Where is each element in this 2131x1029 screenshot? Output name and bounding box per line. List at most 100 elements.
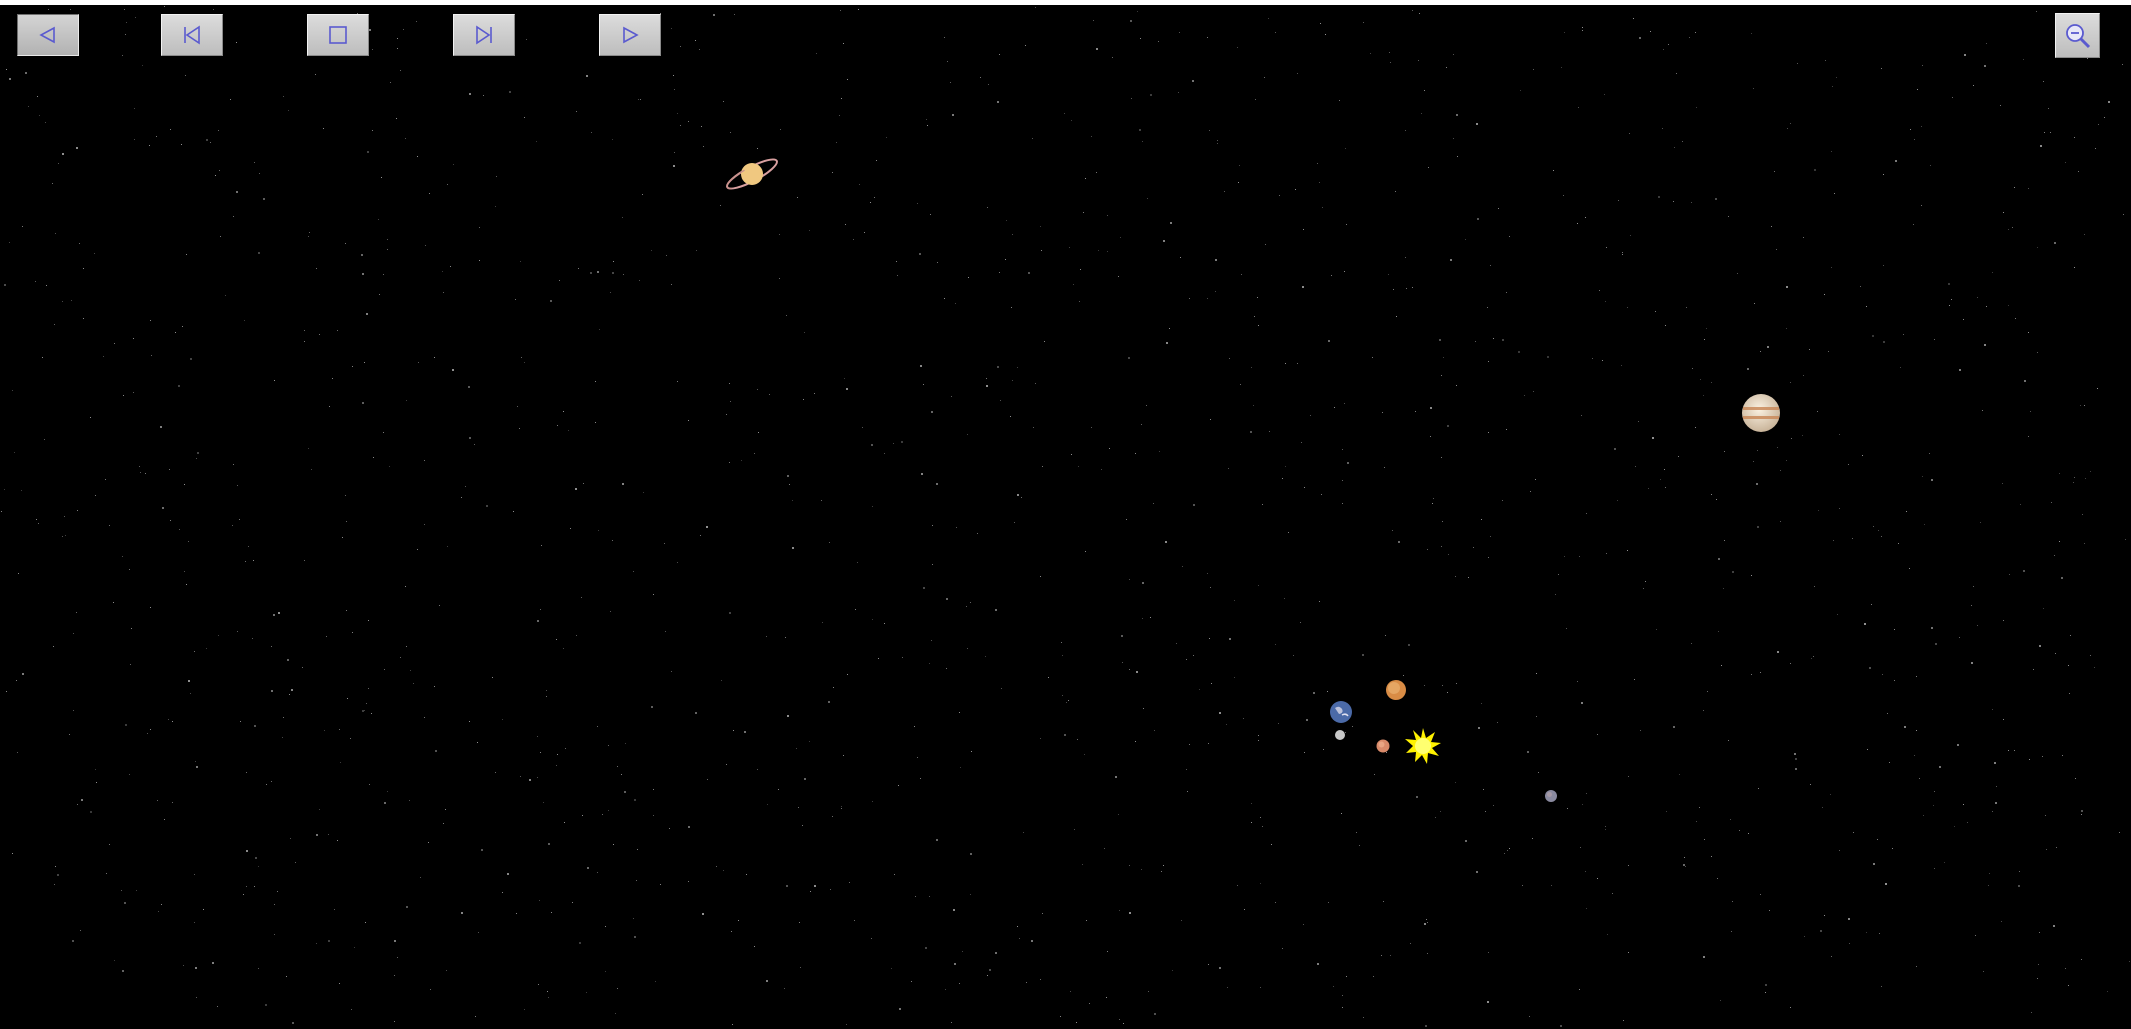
star [1751,674,1752,675]
star [1586,793,1587,794]
star [1864,623,1866,625]
star [103,356,104,357]
star [134,108,135,109]
star [1356,832,1357,833]
star [1306,719,1308,721]
star [1889,762,1890,763]
star [1765,992,1766,993]
star [1578,107,1579,108]
star [1342,995,1343,996]
star [1751,575,1752,576]
star [28,106,29,107]
skip-to-end-button[interactable] [453,14,515,56]
saturn-planet[interactable] [722,150,782,195]
star [1322,207,1323,208]
star [1828,351,1829,352]
moon[interactable] [1334,729,1346,741]
star [1064,734,1066,736]
play-button[interactable] [599,14,661,56]
star [394,975,395,976]
star [2033,669,2034,670]
star [1346,224,1347,225]
star [1229,358,1230,359]
star [1579,989,1580,990]
star [944,37,945,38]
star [1533,391,1534,392]
star [1017,367,1018,368]
star [6,69,7,70]
star [1238,182,1239,183]
star [2028,436,2029,437]
star [1871,604,1872,605]
star [537,620,539,622]
star [337,330,338,331]
star [309,232,310,233]
star [521,357,522,358]
skip-to-start-button[interactable] [161,14,223,56]
jupiter-planet[interactable] [1740,392,1782,434]
star [1481,703,1482,704]
star [932,564,933,565]
star [1302,286,1304,288]
star [1346,976,1347,977]
star [664,543,665,544]
step-back-button[interactable] [17,14,79,56]
star [442,271,443,272]
mercury-planet[interactable] [1375,738,1391,754]
star [1767,346,1769,348]
star [1428,167,1429,168]
star [246,886,247,887]
star [502,719,503,720]
sun[interactable] [1403,726,1443,766]
star [57,874,59,876]
star [1219,712,1221,714]
star [1040,738,1041,739]
star [605,971,606,972]
star [1866,932,1867,933]
star [502,892,503,893]
star [643,492,644,493]
triangle-left-icon [39,26,55,44]
star [529,779,531,781]
star [608,745,609,746]
star [1607,934,1608,935]
star [2078,171,2079,172]
star [1996,786,1997,787]
star [997,366,999,368]
star [786,315,787,316]
venus-planet[interactable] [1384,678,1408,702]
star [625,743,626,744]
star [109,525,110,526]
star [1931,479,1933,481]
star [25,72,27,74]
star [2059,541,2060,542]
star [1082,864,1083,865]
star [828,701,830,703]
star [1580,847,1581,848]
zoom-out-button[interactable] [2055,13,2100,58]
star [1910,129,1911,130]
star [1106,997,1107,998]
small-body[interactable] [1543,788,1559,804]
star [324,730,325,731]
star [639,280,640,281]
star [1606,247,1607,248]
star [2054,555,2055,556]
star [2043,81,2044,82]
star [1527,751,1529,753]
star [2031,1012,2032,1013]
star [891,968,892,969]
star [114,343,115,344]
star [443,823,444,824]
simulation-stage[interactable] [0,0,2131,1029]
earth-planet[interactable] [1328,699,1354,725]
star [1602,360,1603,361]
stop-button[interactable] [307,14,369,56]
star [122,556,123,557]
star [985,656,986,657]
star [845,224,846,225]
star [1370,53,1371,54]
star [2075,778,2076,779]
star [254,886,255,887]
star [970,602,971,603]
